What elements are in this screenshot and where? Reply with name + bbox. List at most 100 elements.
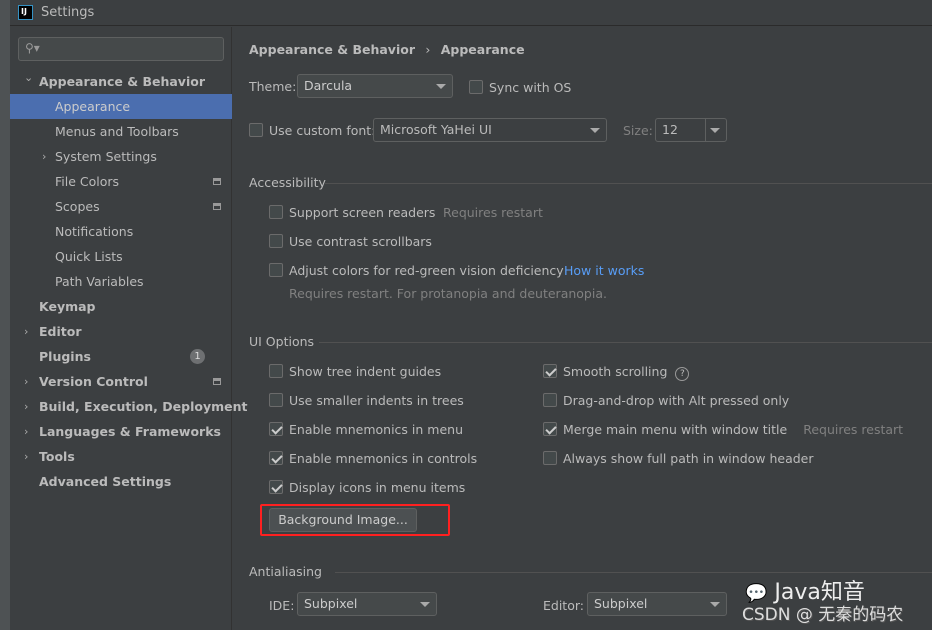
custom-font-label: Use custom font: — [269, 123, 376, 138]
option-checkbox[interactable] — [543, 364, 557, 378]
sidebar-item[interactable]: Plugins 1 — [10, 344, 232, 369]
sync-os-checkbox[interactable] — [469, 80, 483, 94]
help-icon[interactable]: ? — [675, 367, 690, 381]
sidebar-item-label: Tools — [39, 449, 75, 464]
sidebar-item[interactable]: › Version Control — [10, 369, 232, 394]
theme-value: Darcula — [304, 78, 353, 93]
chevron-right-icon[interactable]: › — [24, 394, 28, 419]
option-text: Enable mnemonics in controls — [289, 451, 478, 466]
screen-readers-checkbox[interactable] — [269, 205, 283, 219]
chevron-right-icon[interactable]: › — [24, 419, 28, 444]
theme-label: Theme: — [249, 79, 297, 94]
breadcrumb-current: Appearance — [440, 42, 525, 57]
sidebar-item-label: System Settings — [55, 149, 157, 164]
how-it-works-link[interactable]: How it works — [564, 263, 644, 278]
sidebar-item-label: Languages & Frameworks — [39, 424, 221, 439]
restart-hint: Requires restart — [803, 422, 904, 437]
chevron-down-icon — [420, 602, 430, 607]
font-value: Microsoft YaHei UI — [380, 122, 492, 137]
sidebar-item[interactable]: File Colors — [10, 169, 232, 194]
watermark-csdn: CSDN @ 无秦的码农 — [742, 605, 904, 625]
chevron-down-icon — [590, 128, 600, 133]
chevron-down-icon[interactable]: ⌄ — [24, 65, 33, 90]
font-size-select[interactable]: 12 — [655, 118, 727, 142]
update-badge: 1 — [190, 349, 205, 364]
sidebar-item[interactable]: › Tools — [10, 444, 232, 469]
chevron-down-icon — [436, 84, 446, 89]
ide-aa-label: IDE: — [269, 598, 295, 613]
breadcrumb-separator: › — [425, 42, 431, 57]
chevron-right-icon[interactable]: › — [24, 444, 28, 469]
sidebar-item-label: Menus and Toolbars — [55, 124, 179, 139]
sidebar-item[interactable]: › Editor — [10, 319, 232, 344]
sidebar-item-label: Appearance — [55, 99, 131, 114]
ide-aa-select[interactable]: Subpixel — [297, 592, 437, 616]
editor-aa-value: Subpixel — [594, 596, 648, 611]
font-select[interactable]: Microsoft YaHei UI — [373, 118, 607, 142]
option-label: Enable mnemonics in controls — [289, 451, 477, 466]
option-text: Merge main menu with window title — [563, 422, 788, 437]
sidebar-item[interactable]: Scopes — [10, 194, 232, 219]
ide-aa-value: Subpixel — [304, 596, 358, 611]
theme-select[interactable]: Darcula — [297, 74, 453, 98]
section-title: Antialiasing — [249, 564, 322, 579]
editor-aa-label: Editor: — [543, 598, 584, 613]
sidebar-item-label: Notifications — [55, 224, 134, 239]
option-checkbox[interactable] — [269, 422, 283, 436]
option-label: Show tree indent guides — [289, 364, 441, 379]
title-bar: IJ Settings — [10, 0, 932, 26]
editor-aa-select[interactable]: Subpixel — [587, 592, 727, 616]
option-checkbox[interactable] — [269, 480, 283, 494]
contrast-scrollbars-label: Use contrast scrollbars — [289, 234, 432, 249]
sync-os-label: Sync with OS — [489, 80, 572, 95]
color-deficiency-label: Adjust colors for red-green vision defic… — [289, 263, 564, 278]
sidebar-item[interactable]: › Languages & Frameworks — [10, 419, 232, 444]
option-checkbox[interactable] — [269, 393, 283, 407]
option-checkbox[interactable] — [543, 422, 557, 436]
option-checkbox[interactable] — [543, 393, 557, 407]
sidebar-item[interactable]: ⌄ Appearance & Behavior — [10, 69, 232, 94]
search-icon: ⚲▾ — [25, 41, 40, 55]
option-label: Merge main menu with window title Require… — [563, 422, 903, 437]
settings-sidebar: ⚲▾ ⌄ Appearance & Behavior Appearance Menus… — [10, 27, 247, 630]
option-text: Display icons in menu items — [289, 480, 466, 495]
sidebar-item[interactable]: Keymap — [10, 294, 232, 319]
option-checkbox[interactable] — [269, 451, 283, 465]
option-checkbox[interactable] — [269, 364, 283, 378]
option-text: Show tree indent guides — [289, 364, 442, 379]
chevron-down-icon — [710, 128, 720, 133]
sidebar-item-label: Path Variables — [55, 274, 144, 289]
color-deficiency-checkbox[interactable] — [269, 263, 283, 277]
chevron-right-icon[interactable]: › — [42, 144, 46, 169]
background-image-button[interactable]: Background Image... — [269, 508, 417, 532]
sidebar-item[interactable]: Notifications — [10, 219, 232, 244]
sidebar-item[interactable]: Advanced Settings — [10, 469, 232, 494]
accessibility-section: Accessibility — [249, 175, 932, 191]
settings-search-input[interactable]: ⚲▾ — [18, 37, 224, 61]
sidebar-item[interactable]: › System Settings — [10, 144, 232, 169]
sidebar-item-label: Editor — [39, 324, 82, 339]
project-scope-icon — [213, 203, 221, 210]
chevron-right-icon[interactable]: › — [24, 369, 28, 394]
contrast-scrollbars-checkbox[interactable] — [269, 234, 283, 248]
sidebar-item-label: Keymap — [39, 299, 96, 314]
project-scope-icon — [213, 378, 221, 385]
ui-options-section: UI Options — [249, 334, 932, 350]
breadcrumb-parent[interactable]: Appearance & Behavior — [249, 42, 415, 57]
sidebar-item[interactable]: Appearance — [10, 94, 232, 119]
sidebar-item[interactable]: Path Variables — [10, 269, 232, 294]
breadcrumb: Appearance & Behavior › Appearance — [249, 42, 525, 57]
window-title: Settings — [41, 5, 95, 20]
sidebar-item-label: Version Control — [39, 374, 148, 389]
custom-font-checkbox[interactable] — [249, 123, 263, 137]
sidebar-item[interactable]: › Build, Execution, Deployment — [10, 394, 247, 419]
option-text: Enable mnemonics in menu — [289, 422, 463, 437]
sidebar-item[interactable]: Quick Lists — [10, 244, 232, 269]
section-title: Accessibility — [249, 175, 326, 190]
chevron-right-icon[interactable]: › — [24, 319, 28, 344]
intellij-logo-icon: IJ — [18, 5, 33, 20]
sidebar-item[interactable]: Menus and Toolbars — [10, 119, 232, 144]
option-checkbox[interactable] — [543, 451, 557, 465]
sidebar-item-label: Quick Lists — [55, 249, 123, 264]
size-label: Size: — [623, 123, 653, 138]
